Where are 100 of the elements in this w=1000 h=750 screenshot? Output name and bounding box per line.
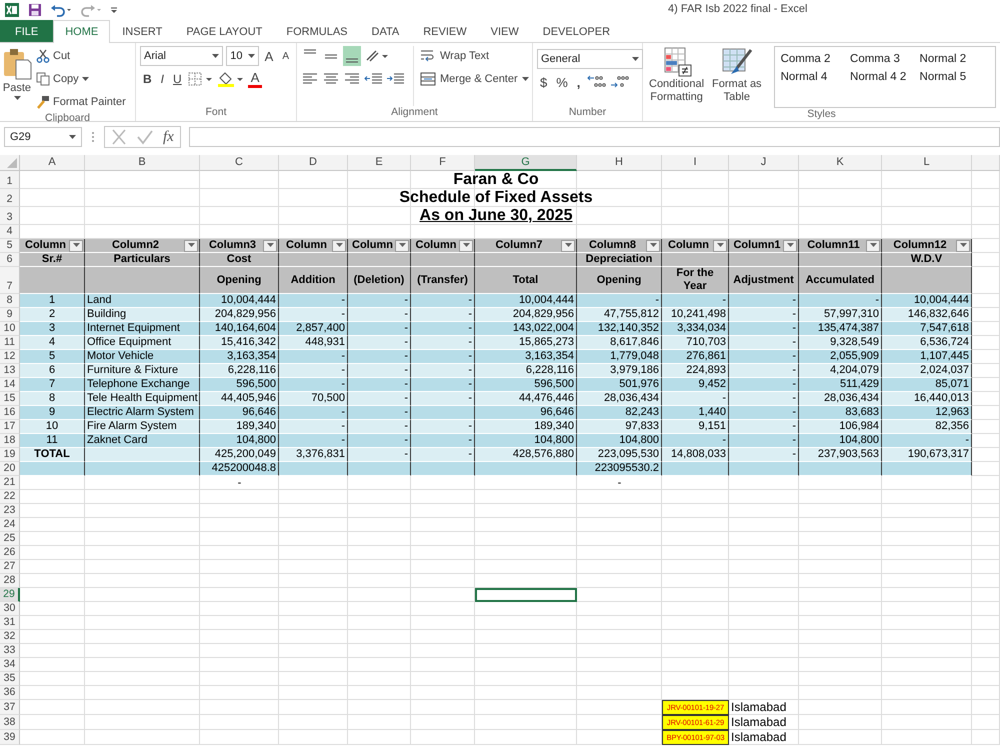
grow-font-button[interactable]: A: [262, 46, 276, 66]
wrap-text-button[interactable]: Wrap Text: [418, 46, 531, 66]
filter-button[interactable]: [956, 240, 970, 252]
increase-decimal-icon[interactable]: [586, 74, 606, 90]
row-header[interactable]: 12: [0, 350, 20, 364]
column-header[interactable]: G: [475, 155, 577, 171]
row-header[interactable]: 8: [0, 294, 20, 308]
currency-button[interactable]: $: [537, 72, 550, 92]
row-header[interactable]: 30: [0, 602, 20, 616]
ribbon-tab[interactable]: DEVELOPER: [530, 20, 622, 42]
column-header[interactable]: E: [348, 155, 411, 171]
formula-input[interactable]: [188, 127, 1000, 147]
row-header[interactable]: 31: [0, 616, 20, 630]
cell-style-option[interactable]: Normal 2: [920, 53, 989, 65]
filter-button[interactable]: [713, 240, 727, 252]
italic-button[interactable]: I: [158, 69, 168, 89]
column-header[interactable]: A: [20, 155, 85, 171]
filter-button[interactable]: [263, 240, 277, 252]
row-header[interactable]: 22: [0, 490, 20, 504]
ribbon-tab[interactable]: FORMULAS: [274, 20, 360, 42]
filter-button[interactable]: [184, 240, 198, 252]
format-painter-button[interactable]: Format Painter: [36, 92, 126, 112]
column-header[interactable]: K: [799, 155, 882, 171]
row-header[interactable]: 3: [0, 207, 20, 225]
cell-style-option[interactable]: Normal 5: [920, 71, 989, 83]
conditional-formatting-button[interactable]: Conditional Formatting: [647, 46, 706, 108]
ribbon-tab[interactable]: HOME: [53, 20, 110, 43]
column-header[interactable]: B: [85, 155, 200, 171]
underline-button[interactable]: U: [170, 69, 185, 89]
column-header[interactable]: H: [577, 155, 662, 171]
filter-button[interactable]: [646, 240, 660, 252]
number-format-field[interactable]: General: [537, 49, 643, 69]
name-box[interactable]: G29: [4, 127, 82, 147]
decrease-decimal-icon[interactable]: [609, 74, 630, 90]
format-as-table-button[interactable]: Format as Table: [710, 46, 764, 108]
row-header[interactable]: 16: [0, 406, 20, 420]
row-header[interactable]: 32: [0, 630, 20, 644]
ribbon-tab[interactable]: PAGE LAYOUT: [174, 20, 274, 42]
font-name-field[interactable]: Arial: [140, 46, 224, 66]
cell-style-option[interactable]: Comma 3: [850, 53, 920, 65]
row-header[interactable]: 25: [0, 532, 20, 546]
filter-button[interactable]: [783, 240, 797, 252]
fill-color-icon[interactable]: [216, 71, 245, 87]
undo-icon[interactable]: [50, 3, 72, 17]
insert-function-button[interactable]: fx: [161, 128, 176, 146]
ribbon-tab[interactable]: FILE: [0, 20, 54, 42]
ribbon-tab[interactable]: VIEW: [478, 20, 531, 42]
row-header[interactable]: 28: [0, 574, 20, 588]
filter-button[interactable]: [459, 240, 473, 252]
paste-button[interactable]: Paste: [2, 46, 32, 112]
filter-button[interactable]: [395, 240, 409, 252]
row-header[interactable]: 35: [0, 672, 20, 686]
font-size-field[interactable]: 10: [226, 46, 259, 66]
row-header[interactable]: 15: [0, 392, 20, 406]
row-header[interactable]: 14: [0, 378, 20, 392]
shrink-font-button[interactable]: A: [279, 46, 292, 66]
row-header[interactable]: 38: [0, 715, 20, 730]
row-header[interactable]: 21: [0, 476, 20, 490]
font-color-button[interactable]: A: [248, 70, 262, 88]
column-header[interactable]: C: [200, 155, 279, 171]
row-header[interactable]: 5: [0, 239, 20, 253]
column-header[interactable]: F: [411, 155, 475, 171]
row-header[interactable]: 24: [0, 518, 20, 532]
filter-button[interactable]: [866, 240, 880, 252]
merge-center-button[interactable]: Merge & Center: [418, 69, 531, 89]
cell-style-option[interactable]: Normal 4 2: [850, 71, 920, 83]
cell-style-option[interactable]: Normal 4: [780, 71, 850, 83]
ribbon-tab[interactable]: DATA: [360, 20, 412, 42]
row-header[interactable]: 23: [0, 504, 20, 518]
bold-button[interactable]: B: [140, 69, 155, 89]
row-header[interactable]: 7: [0, 267, 20, 294]
column-header[interactable]: L: [882, 155, 972, 171]
row-header[interactable]: 11: [0, 336, 20, 350]
row-header[interactable]: 9: [0, 308, 20, 322]
customize-icon[interactable]: [110, 5, 118, 15]
row-header[interactable]: 1: [0, 171, 20, 189]
filter-button[interactable]: [69, 240, 83, 252]
row-header[interactable]: 33: [0, 644, 20, 658]
borders-icon[interactable]: [188, 72, 214, 86]
save-icon[interactable]: [28, 3, 42, 17]
column-header[interactable]: D: [279, 155, 348, 171]
row-header[interactable]: 34: [0, 658, 20, 672]
row-header[interactable]: 2: [0, 189, 20, 207]
percent-button[interactable]: %: [553, 72, 571, 92]
cell-style-option[interactable]: Comma 2: [780, 53, 850, 65]
row-header[interactable]: 26: [0, 546, 20, 560]
filter-button[interactable]: [561, 240, 575, 252]
ribbon-tab[interactable]: INSERT: [110, 20, 174, 42]
row-header[interactable]: 17: [0, 420, 20, 434]
row-header[interactable]: 36: [0, 686, 20, 700]
row-header[interactable]: 18: [0, 434, 20, 448]
row-header[interactable]: 37: [0, 700, 20, 715]
ribbon-tab[interactable]: REVIEW: [411, 20, 479, 42]
filter-button[interactable]: [332, 240, 346, 252]
row-header[interactable]: 19: [0, 448, 20, 462]
row-header[interactable]: 4: [0, 225, 20, 239]
column-header[interactable]: J: [729, 155, 799, 171]
row-header[interactable]: 13: [0, 364, 20, 378]
row-header[interactable]: 27: [0, 560, 20, 574]
selected-cell[interactable]: [475, 588, 577, 602]
